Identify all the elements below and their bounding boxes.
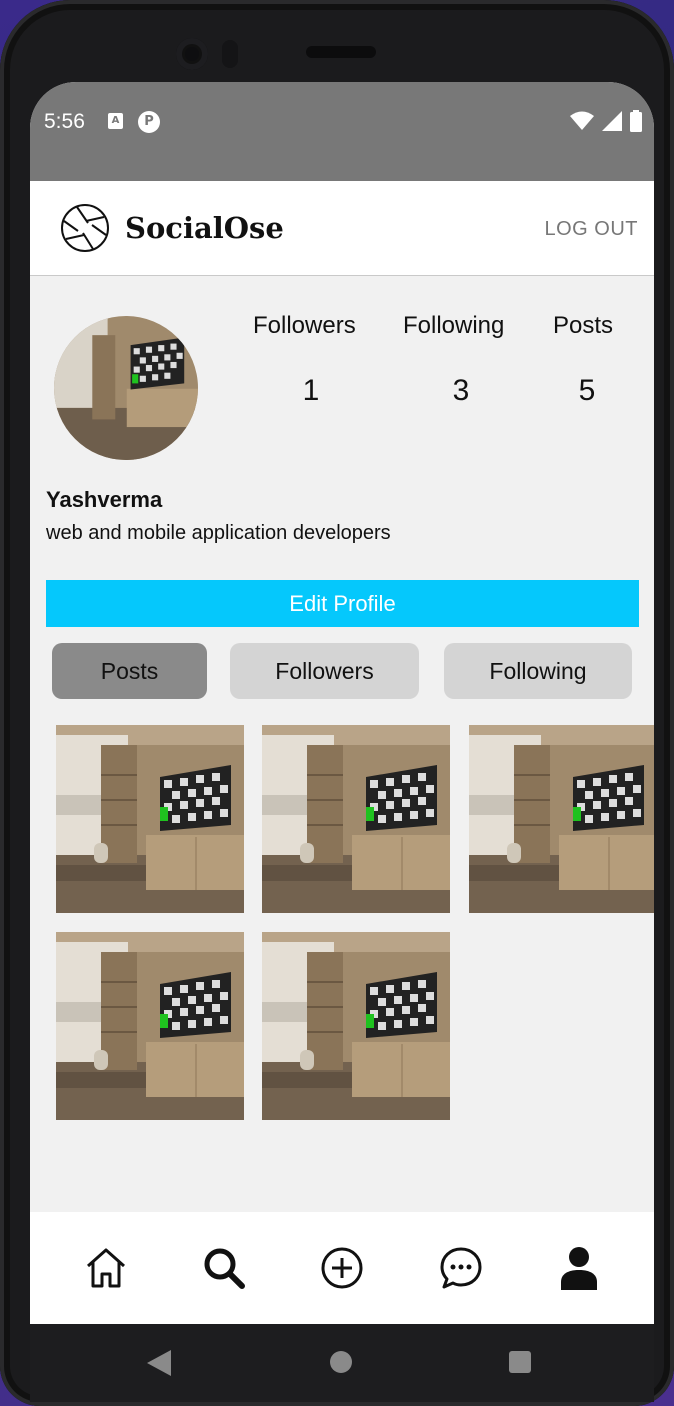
avatar[interactable] [54,316,198,460]
earpiece-speaker [306,46,376,58]
home-icon[interactable] [82,1244,130,1292]
signal-icon [602,111,622,131]
tab-following[interactable]: Following [444,643,632,699]
notification-a-icon: A [108,113,123,129]
app-screen: 5:56 A P SocialOse LOG OUT Followers Fol… [30,82,654,1324]
system-navigation-bar [30,1324,654,1402]
posts-count: 5 [578,374,596,407]
phone-top-bezel [0,0,674,90]
following-stat-label: Following [403,312,505,339]
post-thumbnail[interactable] [262,725,450,913]
following-count: 3 [452,374,470,407]
logout-button[interactable]: LOG OUT [544,218,638,241]
followers-stat-label: Followers [253,312,356,339]
recent-apps-icon[interactable] [509,1351,531,1373]
tab-posts[interactable]: Posts [52,643,207,699]
chat-icon[interactable] [437,1244,485,1292]
status-time: 5:56 [44,110,85,133]
app-header: SocialOse LOG OUT [30,181,654,276]
profile-icon[interactable] [555,1244,603,1292]
notification-p-icon: P [138,111,160,133]
status-icons [570,110,642,132]
battery-icon [630,110,642,132]
logo-aperture-icon [61,204,109,252]
post-thumbnail[interactable] [56,932,244,1120]
add-post-icon[interactable] [318,1244,366,1292]
profile-username: Yashverma [46,487,163,512]
wifi-icon [570,111,594,130]
profile-bio: web and mobile application developers [46,522,391,544]
proximity-sensor [222,40,238,68]
search-icon[interactable] [200,1244,248,1292]
home-button-icon[interactable] [330,1351,352,1373]
edit-profile-button[interactable]: Edit Profile [46,580,639,627]
bottom-navigation [30,1212,654,1324]
back-icon[interactable] [147,1350,171,1376]
post-thumbnail[interactable] [469,725,654,913]
posts-stat-label: Posts [553,312,614,339]
front-camera [176,38,208,70]
post-thumbnail[interactable] [56,725,244,913]
status-bar: 5:56 A P [30,82,654,181]
followers-count: 1 [302,374,320,407]
tab-followers[interactable]: Followers [230,643,419,699]
post-thumbnail[interactable] [262,932,450,1120]
app-brand: SocialOse [125,211,284,245]
